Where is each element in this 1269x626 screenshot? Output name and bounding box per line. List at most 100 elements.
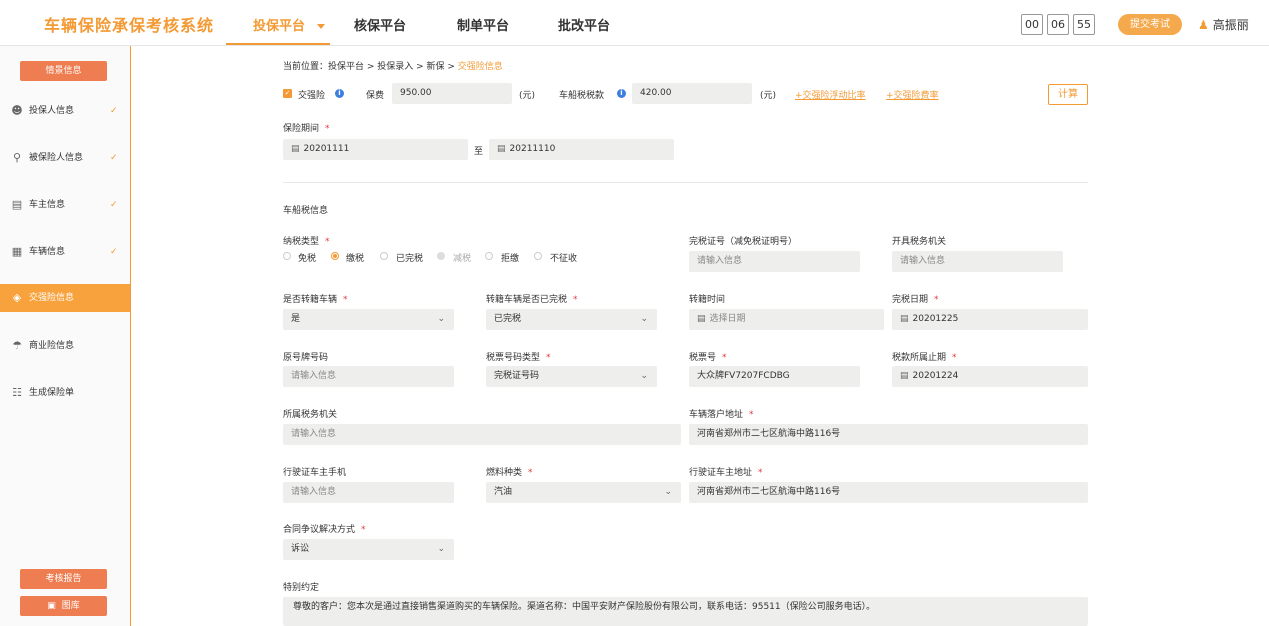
vehicle-addr-input[interactable]: 河南省郑州市二七区航海中路116号 [689, 424, 1088, 445]
car-doc-icon: ▦ [11, 245, 23, 258]
issuer-input[interactable]: 请输入信息 [892, 251, 1063, 272]
info-icon[interactable]: i [335, 89, 344, 98]
vehicle-addr-label: 车辆落户地址 * [689, 410, 754, 420]
person-search-icon: ⚲ [12, 151, 22, 164]
tax-amount-input[interactable]: 420.00 [632, 83, 752, 104]
nav-tab-underwrite[interactable]: 核保平台 [354, 15, 406, 34]
tax-unit: (元) [760, 91, 777, 101]
calendar-icon: ▤ [497, 144, 506, 154]
paid-cert-label: 完税证号（减免税证明号） [689, 237, 798, 247]
timer-minutes: 06 [1047, 14, 1069, 35]
section-divider [283, 182, 1088, 183]
owner-phone-label: 行驶证车主手机 [283, 468, 347, 478]
fuel-label: 燃料种类 * [486, 468, 533, 478]
period-start-input[interactable]: ▤ 20201111 [283, 139, 468, 160]
calendar-icon: ▤ [697, 314, 706, 324]
fee-label: 保费 [366, 91, 385, 101]
chevron-down-icon: ⌄ [640, 314, 648, 324]
scenario-info-button[interactable]: 情景信息 [20, 61, 107, 81]
tax-end-input[interactable]: ▤ 20201224 [892, 366, 1088, 387]
radio-tax-none[interactable] [534, 252, 542, 260]
tax-end-label: 税款所属止期 * [892, 353, 957, 363]
submit-exam-button[interactable]: 提交考试 [1118, 14, 1182, 35]
radio-label: 缴税 [346, 254, 365, 264]
tax-office-input[interactable]: 请输入信息 [283, 424, 681, 445]
tax-type-label: 纳税类型 * [283, 237, 330, 247]
nav-tab-endorse[interactable]: 批改平台 [558, 15, 610, 34]
transfer-paid-select[interactable]: 已完税 ⌄ [486, 309, 657, 330]
sidebar-item-owner[interactable]: ▤ 车主信息 ✓ [0, 191, 130, 219]
paid-date-input[interactable]: ▤ 20201225 [892, 309, 1088, 330]
radio-tax-exempt[interactable] [283, 252, 291, 260]
fee-unit: (元) [519, 91, 536, 101]
period-label: 保险期间 * [283, 124, 330, 134]
ticket-type-select[interactable]: 完税证号码 ⌄ [486, 366, 657, 387]
float-rate-link[interactable]: +交强险浮动比率 [795, 88, 866, 101]
info-icon[interactable]: i [617, 89, 626, 98]
check-circle-icon: ✓ [110, 153, 118, 163]
sidebar-item-insured[interactable]: ⚲ 被保险人信息 ✓ [0, 144, 130, 172]
sidebar-item-vehicle[interactable]: ▦ 车辆信息 ✓ [0, 238, 130, 266]
period-end-input[interactable]: ▤ 20211110 [489, 139, 674, 160]
compulsory-checkbox[interactable]: ✓ [283, 89, 292, 98]
paid-cert-input[interactable]: 请输入信息 [689, 251, 860, 272]
transfer-time-label: 转籍时间 [689, 295, 726, 305]
paid-date-label: 完税日期 * [892, 295, 939, 305]
radio-tax-refuse[interactable] [485, 252, 493, 260]
ticket-no-input[interactable]: 大众牌FV7207FCDBG [689, 366, 860, 387]
tax-section-title: 车船税信息 [283, 206, 329, 216]
exam-report-button[interactable]: 考核报告 [20, 569, 107, 589]
calculate-button[interactable]: 计算 [1048, 84, 1088, 105]
radio-tax-reduce [437, 252, 445, 260]
sidebar-item-generate-policy[interactable]: ☷ 生成保险单 [0, 379, 130, 407]
clipboard-icon: ☷ [12, 386, 22, 399]
transfer-time-input[interactable]: ▤ 选择日期 [689, 309, 884, 330]
gallery-button[interactable]: ▣ 图库 [20, 596, 107, 616]
sidebar: 情景信息 ☻ 投保人信息 ✓ ⚲ 被保险人信息 ✓ ▤ 车主信息 ✓ ▦ 车辆信… [0, 46, 131, 626]
issuer-label: 开具税务机关 [892, 237, 947, 247]
sidebar-item-compulsory[interactable]: ◈ 交强险信息 [0, 284, 130, 312]
check-circle-icon: ✓ [110, 200, 118, 210]
radio-label: 免税 [298, 254, 317, 264]
radio-label: 拒缴 [501, 254, 520, 264]
nav-tab-insure[interactable]: 投保平台 [253, 15, 326, 34]
owner-phone-input[interactable]: 请输入信息 [283, 482, 454, 503]
premium-rate-link[interactable]: +交强险费率 [886, 88, 939, 101]
transfer-select[interactable]: 是 ⌄ [283, 309, 454, 330]
check-circle-icon: ✓ [110, 247, 118, 257]
radio-label: 不征收 [550, 254, 578, 264]
fuel-select[interactable]: 汽油 ⌄ [486, 482, 681, 503]
sidebar-item-applicant[interactable]: ☻ 投保人信息 ✓ [0, 97, 130, 125]
timer-hours: 00 [1021, 14, 1043, 35]
compulsory-label: 交强险 [298, 91, 326, 101]
transfer-paid-label: 转籍车辆是否已完税 * [486, 295, 578, 305]
orig-plate-input[interactable]: 请输入信息 [283, 366, 454, 387]
fee-input[interactable]: 950.00 [392, 83, 512, 104]
ticket-no-label: 税票号 * [689, 353, 727, 363]
breadcrumb: 当前位置：投保平台 > 投保录入 > 新保 > 交强险信息 [283, 62, 503, 72]
nav-active-underline [226, 43, 330, 45]
check-circle-icon: ✓ [110, 106, 118, 116]
radio-tax-pay[interactable] [331, 252, 339, 260]
tax-office-label: 所属税务机关 [283, 410, 338, 420]
chevron-down-icon: ⌄ [437, 544, 445, 554]
chevron-down-icon: ⌄ [640, 371, 648, 381]
user-name: 高振丽 [1212, 18, 1249, 32]
nav-tab-policy[interactable]: 制单平台 [457, 15, 509, 34]
main-content: 当前位置：投保平台 > 投保录入 > 新保 > 交强险信息 ✓ 交强险 i 保费… [131, 46, 1269, 626]
user-menu[interactable]: ♟ 高振丽 [1198, 16, 1249, 33]
calendar-icon: ▤ [900, 314, 909, 324]
period-to-label: 至 [474, 147, 484, 157]
owner-addr-input[interactable]: 河南省郑州市二七区航海中路116号 [689, 482, 1088, 503]
special-agreement-textarea[interactable]: 尊敬的客户：您本次是通过直接销售渠道购买的车辆保险。渠道名称：中国平安财产保险股… [283, 597, 1088, 626]
dispute-label: 合同争议解决方式 * [283, 525, 366, 535]
calendar-icon: ▤ [900, 371, 909, 381]
timer-seconds: 55 [1073, 14, 1095, 35]
umbrella-icon: ☂ [12, 339, 22, 352]
transfer-label: 是否转籍车辆 * [283, 295, 348, 305]
ticket-type-label: 税票号码类型 * [486, 353, 551, 363]
image-icon: ▣ [47, 601, 56, 611]
dispute-select[interactable]: 诉讼 ⌄ [283, 539, 454, 560]
sidebar-item-commercial[interactable]: ☂ 商业险信息 [0, 332, 130, 360]
radio-tax-paid[interactable] [380, 252, 388, 260]
